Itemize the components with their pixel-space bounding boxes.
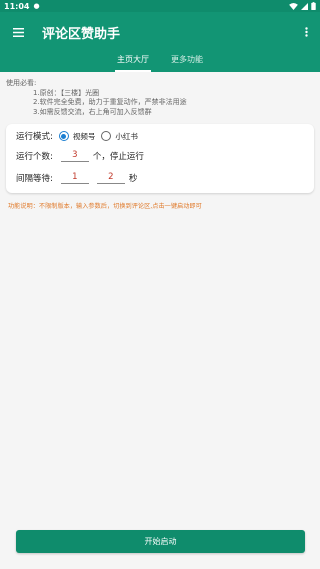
- radio-xiaohongshu-label[interactable]: 小红书: [115, 131, 138, 142]
- notes-line: 3.如需反馈交流，右上角可加入反馈群: [33, 107, 152, 116]
- count-row: 运行个数: 3 个，停止运行: [16, 150, 144, 162]
- app-bar: 评论区赞助手: [0, 12, 320, 52]
- settings-card: 运行模式: 视频号 小红书 运行个数: 3 个，停止运行 间隔等待: 1 2 秒: [6, 124, 314, 193]
- mode-row: 运行模式: 视频号 小红书: [16, 130, 144, 142]
- tab-bar: 主页大厅 更多功能: [0, 52, 320, 72]
- interval-unit: 秒: [128, 174, 138, 184]
- function-note: 功能说明：不限制版本，输入参数后，切换到评论区,点击一键启动即可: [8, 203, 202, 210]
- status-time: 11:04: [4, 1, 30, 11]
- android-icon: ●: [33, 2, 40, 10]
- radio-video-label[interactable]: 视频号: [73, 131, 96, 142]
- interval-label: 间隔等待:: [16, 174, 53, 184]
- count-suffix: 个，停止运行: [92, 152, 144, 162]
- status-bar: 11:04 ●: [0, 0, 320, 12]
- tab-main-hall[interactable]: 主页大厅: [113, 52, 153, 72]
- interval-max-input[interactable]: 2: [96, 172, 125, 184]
- notes-line: 1.原创：【三楼】光圈: [33, 88, 100, 97]
- mode-label: 运行模式:: [16, 132, 53, 142]
- radio-xiaohongshu[interactable]: [101, 131, 112, 141]
- more-options-icon[interactable]: [292, 12, 320, 52]
- interval-min-input[interactable]: 1: [60, 172, 89, 184]
- start-button[interactable]: 开始启动: [16, 530, 305, 553]
- wifi-icon: [289, 2, 298, 10]
- notes-heading: 使用必看:: [6, 79, 37, 87]
- interval-row: 间隔等待: 1 2 秒: [16, 172, 137, 184]
- count-label: 运行个数:: [16, 152, 53, 162]
- tab-more-functions[interactable]: 更多功能: [167, 52, 207, 72]
- radio-video[interactable]: [58, 131, 69, 141]
- menu-icon[interactable]: [0, 12, 36, 52]
- signal-icon: [301, 2, 308, 10]
- notes-line: 2.软件完全免费，助力于重复动作，严禁非法用途: [33, 98, 187, 106]
- battery-icon: [311, 2, 316, 10]
- usage-notes: 使用必看: 1.原创：【三楼】光圈 2.软件完全免费，助力于重复动作，严禁非法用…: [6, 79, 187, 117]
- app-title: 评论区赞助手: [42, 26, 121, 42]
- count-input[interactable]: 3: [60, 150, 89, 162]
